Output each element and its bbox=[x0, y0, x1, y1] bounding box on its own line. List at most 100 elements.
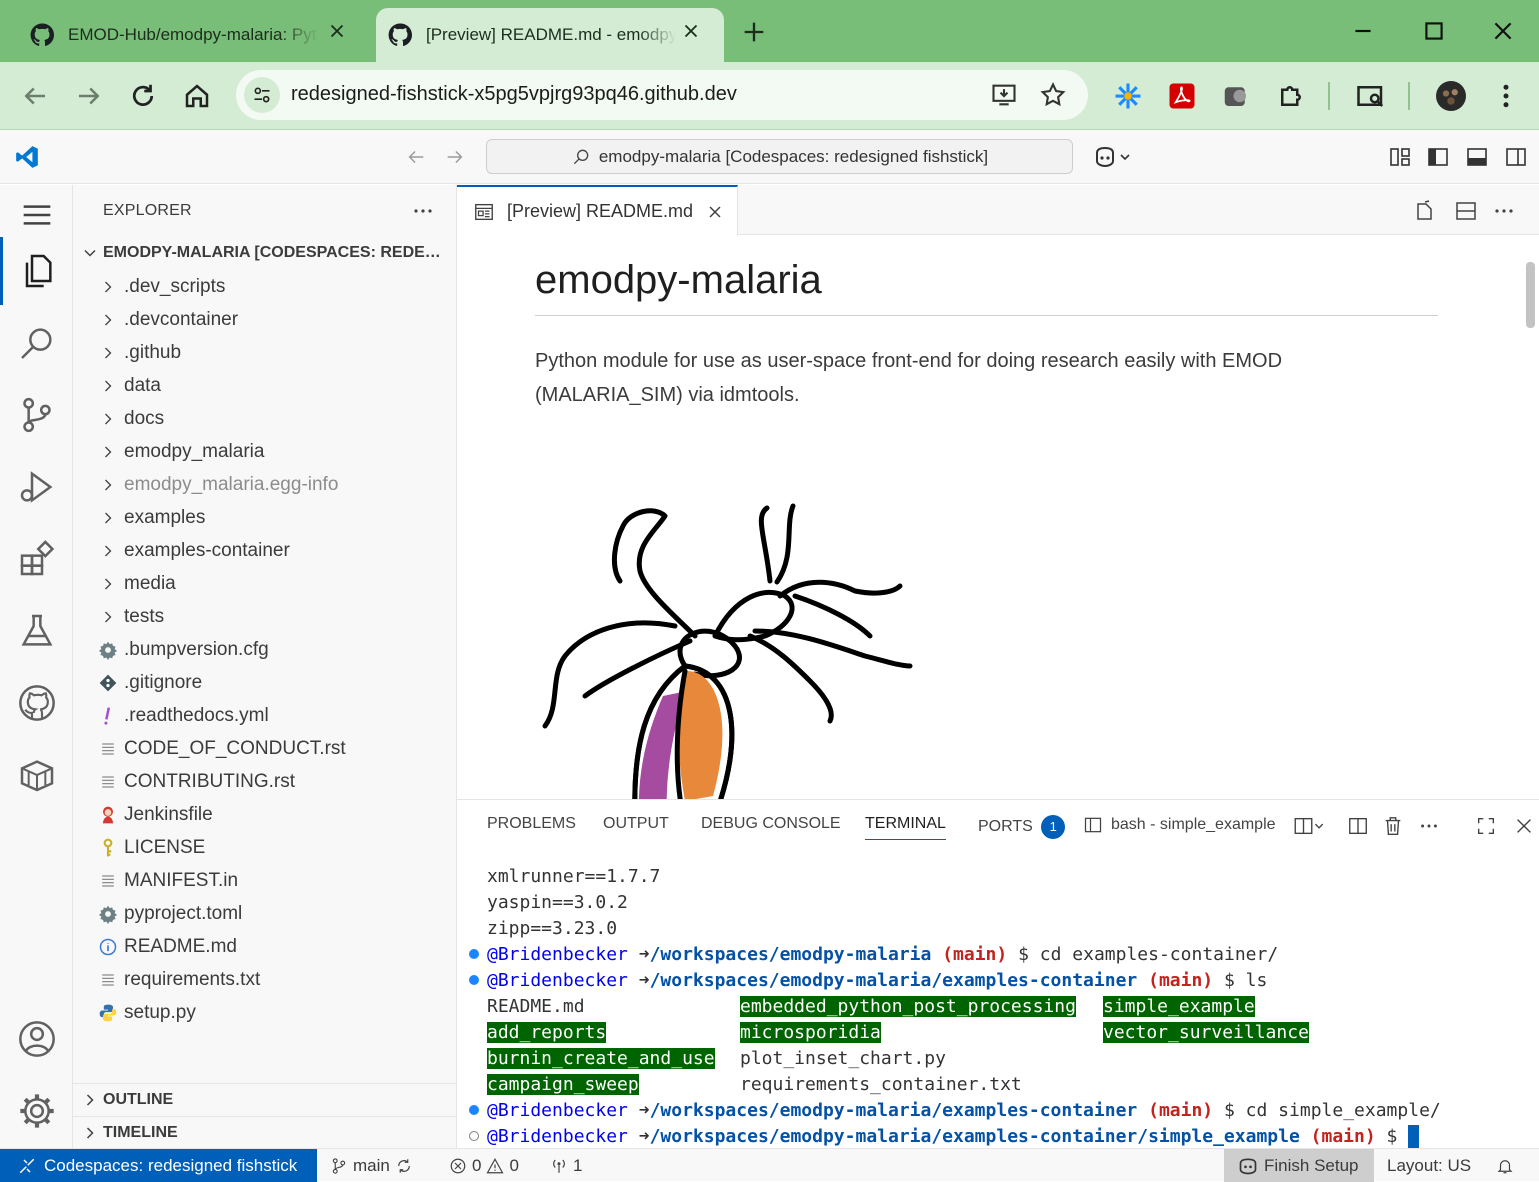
editor-scrollbar[interactable] bbox=[1521, 236, 1539, 799]
browser-menu-icon[interactable] bbox=[1491, 81, 1521, 111]
outline-section-header[interactable]: OUTLINE bbox=[73, 1083, 457, 1115]
run-debug-icon[interactable] bbox=[17, 467, 57, 507]
keyboard-layout-status[interactable]: Layout: US bbox=[1387, 1149, 1471, 1182]
folder-item[interactable]: .github bbox=[73, 336, 457, 369]
search-icon[interactable] bbox=[17, 323, 57, 363]
folder-item[interactable]: examples-container bbox=[73, 534, 457, 567]
file-item[interactable]: .gitignore bbox=[73, 666, 457, 699]
file-item[interactable]: MANIFEST.in bbox=[73, 864, 457, 897]
more-actions-icon[interactable] bbox=[1492, 199, 1516, 223]
reload-icon[interactable] bbox=[128, 81, 158, 111]
file-item[interactable]: CODE_OF_CONDUCT.rst bbox=[73, 732, 457, 765]
remote-explorer-icon[interactable] bbox=[17, 755, 57, 795]
forward-arrow-icon[interactable] bbox=[74, 81, 104, 111]
close-tab-icon[interactable] bbox=[326, 20, 348, 42]
explorer-files-icon[interactable] bbox=[0, 237, 57, 305]
sync-icon[interactable] bbox=[395, 1157, 413, 1175]
file-item[interactable]: pyproject.toml bbox=[73, 897, 457, 930]
terminal-output[interactable]: xmlrunner==1.7.7 yaspin==3.0.2 zipp==3.2… bbox=[457, 862, 1539, 1149]
command-success-dot[interactable] bbox=[469, 975, 479, 985]
forwarded-ports-status[interactable]: 1 bbox=[550, 1149, 582, 1182]
extension-sparkle-icon[interactable] bbox=[1113, 81, 1143, 111]
open-source-icon[interactable] bbox=[1413, 199, 1437, 223]
accounts-icon[interactable] bbox=[17, 1019, 57, 1059]
extensions-icon[interactable] bbox=[17, 539, 57, 579]
folder-item[interactable]: .devcontainer bbox=[73, 303, 457, 336]
finish-setup-button[interactable]: Finish Setup bbox=[1224, 1149, 1374, 1182]
folder-item[interactable]: emodpy_malaria bbox=[73, 435, 457, 468]
close-window-icon[interactable] bbox=[1490, 18, 1516, 44]
profile-avatar[interactable] bbox=[1436, 81, 1466, 111]
command-pending-dot[interactable] bbox=[469, 1131, 479, 1141]
folder-item[interactable]: examples bbox=[73, 501, 457, 534]
customize-layout-icon[interactable] bbox=[1388, 145, 1412, 169]
scrollbar-thumb[interactable] bbox=[1526, 262, 1535, 328]
file-item[interactable]: setup.py bbox=[73, 996, 457, 1029]
minimize-icon[interactable] bbox=[1350, 18, 1376, 44]
tab-debug-console[interactable]: DEBUG CONSOLE bbox=[701, 815, 841, 833]
editor-tab-readme-preview[interactable]: [Preview] README.md bbox=[457, 185, 738, 236]
tab-problems[interactable]: PROBLEMS bbox=[487, 815, 576, 833]
nav-forward-icon[interactable] bbox=[444, 146, 466, 168]
github-icon[interactable] bbox=[17, 683, 57, 723]
testing-flask-icon[interactable] bbox=[17, 611, 57, 651]
tab-ports[interactable]: PORTS 1 bbox=[978, 815, 1066, 839]
tab-output[interactable]: OUTPUT bbox=[603, 815, 669, 833]
extensions-puzzle-icon[interactable] bbox=[1276, 81, 1306, 111]
file-item[interactable]: .bumpversion.cfg bbox=[73, 633, 457, 666]
split-terminal-icon[interactable] bbox=[1347, 815, 1369, 837]
toggle-primary-sidebar-icon[interactable] bbox=[1426, 145, 1450, 169]
workspace-root-header[interactable]: EMODPY-MALARIA [CODESPACES: REDESIGNED F… bbox=[73, 237, 457, 269]
remote-indicator[interactable]: Codespaces: redesigned fishstick bbox=[0, 1149, 317, 1182]
url-text[interactable]: redesigned-fishstick-x5pg5vpjrg93pq46.gi… bbox=[291, 83, 737, 106]
file-item[interactable]: LICENSE bbox=[73, 831, 457, 864]
toggle-panel-icon[interactable] bbox=[1465, 145, 1489, 169]
file-item[interactable]: Jenkinsfile bbox=[73, 798, 457, 831]
command-success-dot[interactable] bbox=[469, 1105, 479, 1115]
timeline-section-header[interactable]: TIMELINE bbox=[73, 1116, 457, 1148]
install-app-icon[interactable] bbox=[990, 81, 1018, 109]
launch-profile-icon[interactable] bbox=[1291, 815, 1327, 837]
file-item[interactable]: CONTRIBUTING.rst bbox=[73, 765, 457, 798]
tab-terminal[interactable]: TERMINAL bbox=[865, 815, 946, 840]
branch-status[interactable]: main bbox=[330, 1149, 413, 1182]
bookmark-star-icon[interactable] bbox=[1039, 81, 1067, 109]
maximize-panel-icon[interactable] bbox=[1475, 815, 1497, 837]
menu-hamburger-icon[interactable] bbox=[17, 195, 57, 235]
command-success-dot[interactable] bbox=[469, 949, 479, 959]
site-info-icon[interactable] bbox=[244, 77, 280, 113]
maximize-icon[interactable] bbox=[1421, 18, 1447, 44]
toggle-secondary-sidebar-icon[interactable] bbox=[1504, 145, 1528, 169]
browser-tab-readme-preview[interactable]: [Preview] README.md - emodpy-malaria bbox=[376, 8, 724, 62]
new-tab-icon[interactable] bbox=[740, 18, 768, 46]
notifications-status[interactable] bbox=[1496, 1149, 1514, 1182]
trash-icon[interactable] bbox=[1382, 815, 1404, 837]
address-bar[interactable]: redesigned-fishstick-x5pg5vpjrg93pq46.gi… bbox=[236, 70, 1088, 120]
problems-status[interactable]: 0 0 bbox=[449, 1149, 519, 1182]
extension-icon[interactable] bbox=[1221, 81, 1251, 111]
browser-tab-github-repo[interactable]: EMOD-Hub/emodpy-malaria: Python module bbox=[0, 8, 370, 62]
close-panel-icon[interactable] bbox=[1513, 815, 1535, 837]
split-editor-icon[interactable] bbox=[1454, 199, 1478, 223]
folder-item[interactable]: docs bbox=[73, 402, 457, 435]
terminal-selector[interactable]: bash - simple_example bbox=[1083, 815, 1276, 835]
command-center[interactable]: emodpy-malaria [Codespaces: redesigned f… bbox=[486, 139, 1073, 174]
folder-item[interactable]: data bbox=[73, 369, 457, 402]
vscode-logo-icon[interactable] bbox=[14, 144, 40, 170]
folder-item[interactable]: .dev_scripts bbox=[73, 270, 457, 303]
copilot-icon[interactable] bbox=[1093, 145, 1133, 169]
back-arrow-icon[interactable] bbox=[20, 81, 50, 111]
pdf-extension-icon[interactable] bbox=[1167, 81, 1197, 111]
source-control-icon[interactable] bbox=[17, 395, 57, 435]
more-actions-icon[interactable] bbox=[1418, 815, 1440, 837]
close-icon[interactable] bbox=[705, 202, 725, 222]
settings-gear-icon[interactable] bbox=[17, 1091, 57, 1131]
tab-search-icon[interactable] bbox=[1356, 81, 1386, 111]
close-tab-icon[interactable] bbox=[680, 20, 702, 42]
file-item[interactable]: .readthedocs.yml bbox=[73, 699, 457, 732]
folder-item[interactable]: tests bbox=[73, 600, 457, 633]
home-icon[interactable] bbox=[182, 81, 212, 111]
folder-item[interactable]: media bbox=[73, 567, 457, 600]
file-item[interactable]: README.md bbox=[73, 930, 457, 963]
file-item[interactable]: requirements.txt bbox=[73, 963, 457, 996]
